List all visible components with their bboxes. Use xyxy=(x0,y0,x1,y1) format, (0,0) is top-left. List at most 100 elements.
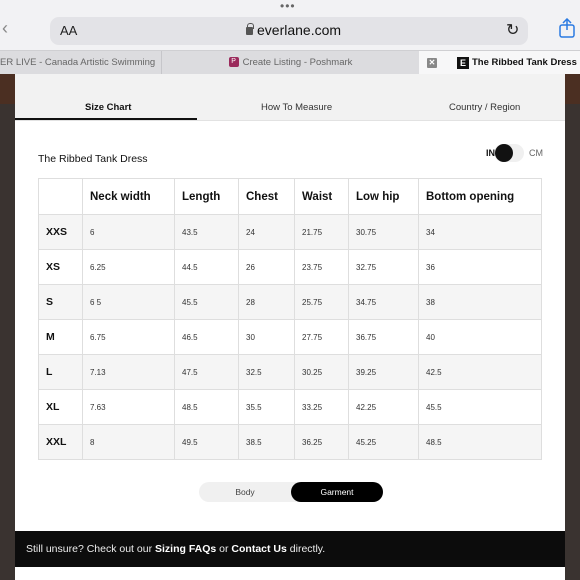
table-cell: 40 xyxy=(418,319,542,355)
text-size-button[interactable]: AA xyxy=(60,23,77,38)
page-overlay-left xyxy=(0,104,15,580)
table-cell: 23.75 xyxy=(294,249,349,285)
table-cell: 6.25 xyxy=(82,249,175,285)
footer-text: directly. xyxy=(286,543,326,555)
tab-canada-artistic-swimming[interactable]: ER LIVE - Canada Artistic Swimming xyxy=(0,51,160,75)
unit-in-label[interactable]: IN xyxy=(486,148,495,158)
table-row: S 6 5 45.5 28 25.75 34.75 38 xyxy=(38,284,542,320)
table-cell: 48.5 xyxy=(418,424,542,460)
unit-cm-label[interactable]: CM xyxy=(529,148,543,158)
everlane-favicon-icon: E xyxy=(457,57,469,69)
tab-poshmark[interactable]: P Create Listing - Poshmark xyxy=(161,51,419,75)
more-dots-icon[interactable]: ••• xyxy=(280,0,296,12)
table-cell: 47.5 xyxy=(174,354,239,390)
sizing-faqs-link[interactable]: Sizing FAQs xyxy=(155,543,216,555)
table-cell: 46.5 xyxy=(174,319,239,355)
table-cell: 45.25 xyxy=(348,424,419,460)
table-cell: 35.5 xyxy=(238,389,295,425)
size-label: M xyxy=(38,319,83,355)
size-chart-modal: Size Chart How To Measure Country / Regi… xyxy=(15,74,565,580)
tab-size-chart[interactable]: Size Chart xyxy=(85,102,131,113)
size-label: XXS xyxy=(38,214,83,250)
body-button[interactable]: Body xyxy=(199,482,291,502)
url-display[interactable]: everlane.com xyxy=(246,22,341,38)
tab-label: ER LIVE - Canada Artistic Swimming xyxy=(0,57,156,68)
table-cell: 44.5 xyxy=(174,249,239,285)
column-header: Low hip xyxy=(348,178,419,215)
address-bar[interactable]: AA everlane.com ↻ xyxy=(50,17,528,45)
table-row: L 7.13 47.5 32.5 30.25 39.25 42.5 xyxy=(38,354,542,390)
table-cell: 42.5 xyxy=(418,354,542,390)
table-cell: 30 xyxy=(238,319,295,355)
table-cell: 32.75 xyxy=(348,249,419,285)
table-cell: 36.75 xyxy=(348,319,419,355)
table-cell: 7.63 xyxy=(82,389,175,425)
size-label: L xyxy=(38,354,83,390)
garment-button[interactable]: Garment xyxy=(291,482,383,502)
measurement-type-toggle: Body Garment xyxy=(199,482,383,502)
table-cell: 39.25 xyxy=(348,354,419,390)
table-cell: 43.5 xyxy=(174,214,239,250)
table-cell: 28 xyxy=(238,284,295,320)
table-cell: 38.5 xyxy=(238,424,295,460)
close-tab-icon[interactable]: ✕ xyxy=(427,58,437,68)
column-header: Chest xyxy=(238,178,295,215)
tab-how-to-measure[interactable]: How To Measure xyxy=(261,102,332,113)
table-cell: 6.75 xyxy=(82,319,175,355)
table-cell: 21.75 xyxy=(294,214,349,250)
table-row: XS 6.25 44.5 26 23.75 32.75 36 xyxy=(38,249,542,285)
page-overlay-right xyxy=(565,104,580,580)
product-title: The Ribbed Tank Dress xyxy=(38,153,148,165)
table-cell: 26 xyxy=(238,249,295,285)
table-cell: 34.75 xyxy=(348,284,419,320)
reload-icon[interactable]: ↻ xyxy=(506,20,519,40)
table-cell: 36 xyxy=(418,249,542,285)
table-row: XXS 6 43.5 24 21.75 30.75 34 xyxy=(38,214,542,250)
tab-country-region[interactable]: Country / Region xyxy=(449,102,520,113)
modal-tab-bar: Size Chart How To Measure Country / Regi… xyxy=(15,74,565,120)
share-icon[interactable] xyxy=(558,18,576,38)
tab-bar: ER LIVE - Canada Artistic Swimming P Crea… xyxy=(0,50,580,75)
contact-us-link[interactable]: Contact Us xyxy=(231,543,286,555)
tab-label: Create Listing - Poshmark xyxy=(242,57,353,68)
table-cell: 25.75 xyxy=(294,284,349,320)
column-header: Neck width xyxy=(82,178,175,215)
size-table: Neck width Length Chest Waist Low hip Bo… xyxy=(38,178,542,460)
size-label: S xyxy=(38,284,83,320)
column-header: Waist xyxy=(294,178,349,215)
table-cell: 34 xyxy=(418,214,542,250)
help-footer: Still unsure? Check out our Sizing FAQs … xyxy=(15,531,565,567)
table-cell: 32.5 xyxy=(238,354,295,390)
table-cell: 6 xyxy=(82,214,175,250)
table-cell: 24 xyxy=(238,214,295,250)
poshmark-icon: P xyxy=(228,57,239,68)
tab-everlane-active[interactable]: ✕ E The Ribbed Tank Dress Bla xyxy=(419,51,580,75)
table-cell: 30.25 xyxy=(294,354,349,390)
table-cell: 49.5 xyxy=(174,424,239,460)
table-row: XL 7.63 48.5 35.5 33.25 42.25 45.5 xyxy=(38,389,542,425)
column-header: Length xyxy=(174,178,239,215)
divider xyxy=(15,120,565,121)
column-header xyxy=(38,178,83,215)
table-row: M 6.75 46.5 30 27.75 36.75 40 xyxy=(38,319,542,355)
table-cell: 45.5 xyxy=(418,389,542,425)
table-cell: 33.25 xyxy=(294,389,349,425)
browser-toolbar: ••• ‹ AA everlane.com ↻ xyxy=(0,0,580,50)
table-cell: 38 xyxy=(418,284,542,320)
url-text: everlane.com xyxy=(257,22,342,38)
size-label: XS xyxy=(38,249,83,285)
size-label: XXL xyxy=(38,424,83,460)
table-cell: 30.75 xyxy=(348,214,419,250)
tab-label: The Ribbed Tank Dress Bla xyxy=(472,57,580,68)
lock-icon xyxy=(246,23,254,35)
table-row: XXL 8 49.5 38.5 36.25 45.25 48.5 xyxy=(38,424,542,460)
table-cell: 7.13 xyxy=(82,354,175,390)
table-cell: 6 5 xyxy=(82,284,175,320)
table-cell: 42.25 xyxy=(348,389,419,425)
unit-toggle[interactable] xyxy=(494,144,524,162)
footer-text: or xyxy=(216,543,232,555)
unit-toggle-knob xyxy=(495,144,513,162)
table-cell: 45.5 xyxy=(174,284,239,320)
back-chevron-icon[interactable]: ‹ xyxy=(2,18,8,39)
footer-text: Still unsure? Check out our xyxy=(26,543,155,555)
